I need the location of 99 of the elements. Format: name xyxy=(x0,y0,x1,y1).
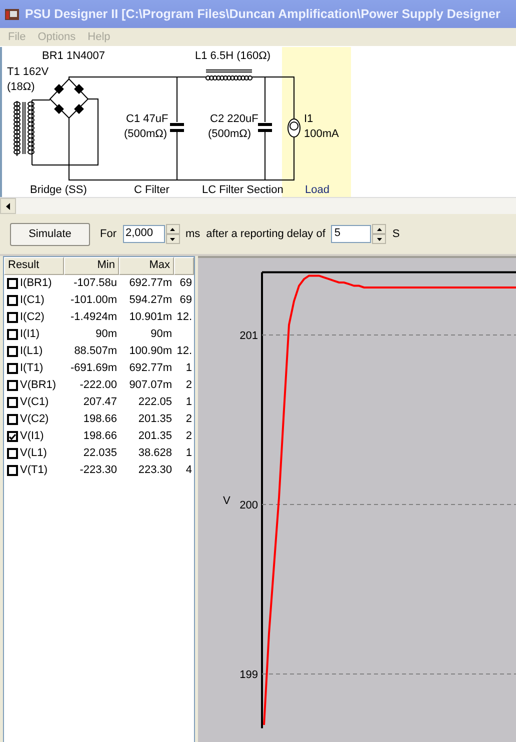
checkbox[interactable] xyxy=(7,278,18,289)
checkbox[interactable] xyxy=(7,312,18,323)
checkbox[interactable] xyxy=(7,414,18,425)
checkbox[interactable] xyxy=(7,465,18,476)
number-field[interactable]: 5 xyxy=(331,225,372,243)
column-header[interactable]: Min xyxy=(64,257,119,275)
table-cell: -101.00m xyxy=(70,294,117,306)
component-label: (18Ω) xyxy=(7,81,35,93)
result-name: I(C1) xyxy=(20,293,44,308)
table-cell: 2 xyxy=(186,379,192,391)
left-arrow-icon xyxy=(6,202,10,210)
table-cell: 223.30 xyxy=(138,464,172,476)
number-field[interactable]: 2,000 xyxy=(122,225,164,243)
result-name: V(BR1) xyxy=(20,378,56,393)
table-cell: 201.35 xyxy=(138,413,172,425)
table-cell: 594.27m xyxy=(129,294,172,306)
component-label: C1 47uF xyxy=(126,113,168,125)
current-source-symbol[interactable] xyxy=(288,118,300,138)
table-cell: 90m xyxy=(96,328,117,340)
transformer-symbol[interactable] xyxy=(14,100,34,166)
component-label: L1 6.5H (160Ω) xyxy=(195,50,270,62)
delay-label: after a reporting delay of xyxy=(206,228,326,240)
bridge-rectifier-symbol[interactable] xyxy=(49,78,89,119)
checkbox[interactable] xyxy=(7,295,18,306)
table-cell: -1.4924m xyxy=(70,311,117,323)
spin-buttons[interactable] xyxy=(166,224,180,244)
table-cell: 2 xyxy=(186,413,192,425)
y-tick-label: 201 xyxy=(240,330,258,342)
component-label: 100mA xyxy=(304,128,339,140)
simulate-button[interactable]: Simulate xyxy=(10,222,90,246)
table-cell: -107.58u xyxy=(74,277,117,289)
component-label: T1 162V xyxy=(7,66,49,78)
table-cell: 69 xyxy=(180,294,192,306)
inductor-symbol[interactable] xyxy=(206,70,252,80)
table-cell: 38.628 xyxy=(138,447,172,459)
column-header[interactable]: Result xyxy=(4,257,64,275)
checkbox[interactable] xyxy=(7,363,18,374)
table-cell: 1 xyxy=(186,396,192,408)
table-cell: 2 xyxy=(186,430,192,442)
table-cell: 222.05 xyxy=(138,396,172,408)
result-name: V(C2) xyxy=(20,412,49,427)
unit-label: ms xyxy=(186,228,200,240)
result-name: V(C1) xyxy=(20,395,49,410)
table-cell: 12. xyxy=(176,311,192,323)
checkbox[interactable] xyxy=(7,448,18,459)
table-cell: 69 xyxy=(180,277,192,289)
section-label: Bridge (SS) xyxy=(30,184,87,196)
result-name: I(BR1) xyxy=(20,276,52,291)
table-cell: 1 xyxy=(186,447,192,459)
component-label: BR1 1N4007 xyxy=(42,50,105,62)
result-name: V(I1) xyxy=(20,429,44,444)
checkbox[interactable] xyxy=(7,380,18,391)
window-title: PSU Designer II [C:\Program Files\Duncan Amplification\Power Supply Designer xyxy=(25,7,500,21)
result-name: I(C2) xyxy=(20,310,44,325)
component-label: (500mΩ) xyxy=(124,128,168,140)
result-name: V(T1) xyxy=(20,463,48,478)
table-cell: 10.901m xyxy=(129,311,172,323)
result-name: I(I1) xyxy=(20,327,40,342)
table-cell: 692.77m xyxy=(129,362,172,374)
table-cell: 88.507m xyxy=(74,345,117,357)
table-cell: 201.35 xyxy=(138,430,172,442)
table-cell: 1 xyxy=(186,362,192,374)
app-icon xyxy=(4,6,20,22)
result-name: I(T1) xyxy=(20,361,44,376)
section-label: Load xyxy=(305,184,330,196)
table-cell: 100.90m xyxy=(129,345,172,357)
table-cell: -691.69m xyxy=(70,362,117,374)
table-cell: 12. xyxy=(176,345,192,357)
result-name: I(L1) xyxy=(20,344,43,359)
section-label: LC Filter Section xyxy=(202,184,284,196)
checkbox[interactable] xyxy=(7,431,18,442)
unit-label: S xyxy=(392,228,400,240)
spin-buttons[interactable] xyxy=(372,224,386,244)
table-cell: 692.77m xyxy=(129,277,172,289)
table-cell: -222.00 xyxy=(80,379,117,391)
component-label: (500mΩ) xyxy=(208,128,252,140)
scroll-left-button[interactable] xyxy=(0,198,16,214)
table-cell: 4 xyxy=(186,464,192,476)
table-cell: 198.66 xyxy=(83,430,117,442)
y-axis-label: V xyxy=(223,495,230,507)
table-cell: 198.66 xyxy=(83,413,117,425)
result-name: V(L1) xyxy=(20,446,47,461)
capacitor-symbol[interactable] xyxy=(170,123,184,132)
checkbox[interactable] xyxy=(7,397,18,408)
column-header[interactable]: Max xyxy=(119,257,174,275)
table-cell: 22.035 xyxy=(83,447,117,459)
component-label: C2 220uF xyxy=(210,113,258,125)
checkbox[interactable] xyxy=(7,329,18,340)
table-cell: -223.30 xyxy=(80,464,117,476)
for-label: For xyxy=(100,228,116,240)
table-cell: 907.07m xyxy=(129,379,172,391)
section-label: C Filter xyxy=(134,184,170,196)
component-label: I1 xyxy=(304,113,314,125)
y-tick-label: 200 xyxy=(240,500,258,512)
table-cell: 207.47 xyxy=(83,396,117,408)
table-cell: 90m xyxy=(150,328,172,340)
y-tick-label: 199 xyxy=(240,669,258,681)
checkbox[interactable] xyxy=(7,346,18,357)
capacitor-symbol[interactable] xyxy=(258,123,272,132)
